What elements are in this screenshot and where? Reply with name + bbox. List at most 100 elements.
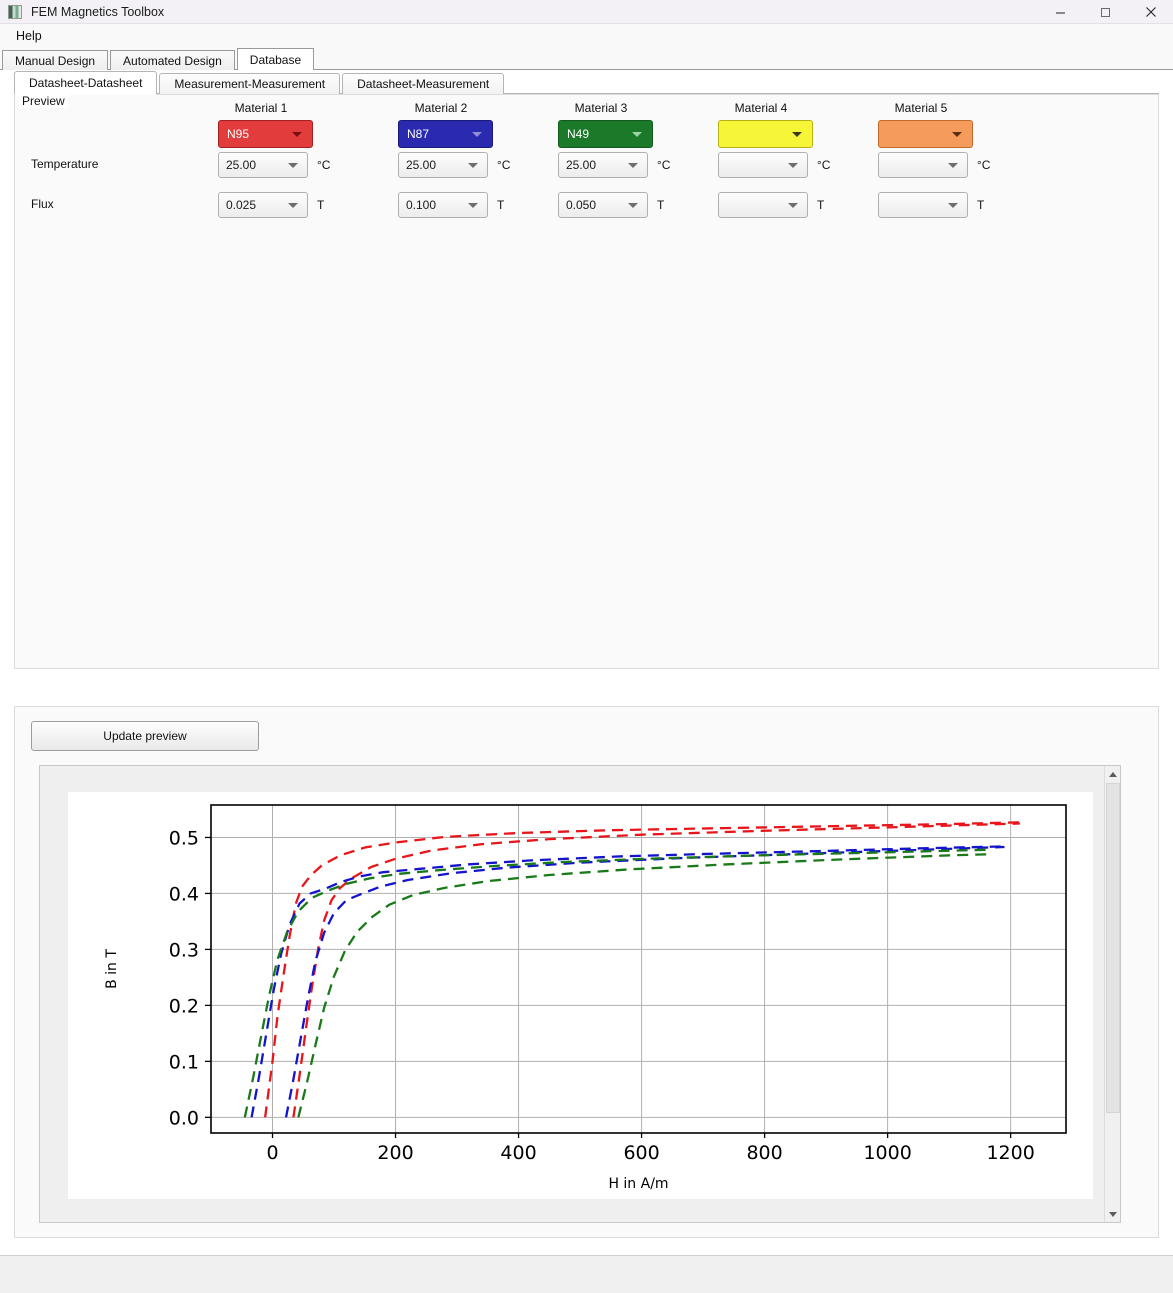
preview-group: Update preview 0 200 400 600 800 1000 1200 0.0 0… <box>14 706 1159 1238</box>
svg-text:0.3: 0.3 <box>169 939 199 961</box>
scroll-down-button[interactable] <box>1105 1206 1120 1222</box>
material-1-flux-select[interactable]: 0.025 <box>218 192 308 218</box>
chevron-down-icon <box>788 163 798 168</box>
chevron-down-icon <box>288 203 298 208</box>
svg-text:600: 600 <box>623 1142 659 1164</box>
svg-text:0: 0 <box>266 1142 278 1164</box>
material-4-temperature-select[interactable] <box>718 152 808 178</box>
material-3-flux-value: 0.050 <box>566 198 597 212</box>
svg-text:0.0: 0.0 <box>169 1107 199 1129</box>
database-tab-bar: Datasheet-Datasheet Measurement-Measurem… <box>0 70 1173 95</box>
chevron-down-icon <box>468 203 478 208</box>
material-2-title: Material 2 <box>414 101 468 115</box>
maximize-button[interactable] <box>1083 0 1128 24</box>
material-2-flux-unit: T <box>497 198 505 212</box>
menu-bar: Help <box>0 24 1173 48</box>
material-1-value: N95 <box>227 127 250 141</box>
plot-canvas-panel: 0 200 400 600 800 1000 1200 0.0 0.1 0.2 0.3 0.4 0.5 H… <box>39 765 1121 1223</box>
material-4-temperature-unit: °C <box>817 158 831 172</box>
material-3-title: Material 3 <box>574 101 628 115</box>
svg-text:400: 400 <box>500 1142 536 1164</box>
status-bar <box>0 1255 1173 1293</box>
tab-automated-design[interactable]: Automated Design <box>110 50 235 70</box>
material-1-flux-value: 0.025 <box>226 198 257 212</box>
app-icon <box>8 4 22 19</box>
tab-database[interactable]: Database <box>236 48 315 71</box>
material-2-temperature-select[interactable]: 25.00 <box>398 152 488 178</box>
plot-scrollbar[interactable] <box>1104 766 1120 1222</box>
tab-datasheet-datasheet[interactable]: Datasheet-Datasheet <box>14 71 158 95</box>
material-3-temperature-value: 25.00 <box>566 158 597 172</box>
chevron-down-icon <box>628 203 638 208</box>
material-4-select[interactable] <box>718 120 813 148</box>
svg-text:1000: 1000 <box>863 1142 911 1164</box>
scrollbar-thumb[interactable] <box>1106 783 1120 1113</box>
material-3-temperature-select[interactable]: 25.00 <box>558 152 648 178</box>
svg-text:800: 800 <box>746 1142 782 1164</box>
material-1-select[interactable]: N95 <box>218 120 313 148</box>
material-5-temperature-unit: °C <box>977 158 991 172</box>
material-2-temperature-value: 25.00 <box>406 158 437 172</box>
material-4-title: Material 4 <box>734 101 788 115</box>
chevron-down-icon <box>628 163 638 168</box>
svg-text:H in A/m: H in A/m <box>608 1176 668 1192</box>
chevron-down-icon <box>952 132 962 137</box>
preview-group-label: Preview <box>19 94 68 108</box>
minimize-button[interactable] <box>1038 0 1083 24</box>
database-page: Temperature Flux Material 1 N95 25.00 °C… <box>0 94 1173 1293</box>
svg-text:1200: 1200 <box>986 1142 1034 1164</box>
chevron-down-icon <box>948 203 958 208</box>
tab-measurement-measurement[interactable]: Measurement-Measurement <box>159 73 341 94</box>
chevron-down-icon <box>292 132 302 137</box>
material-3-flux-select[interactable]: 0.050 <box>558 192 648 218</box>
menu-item-help[interactable]: Help <box>10 27 48 45</box>
material-1-flux-unit: T <box>317 198 325 212</box>
svg-text:0.4: 0.4 <box>169 883 199 905</box>
material-4-flux-select[interactable] <box>718 192 808 218</box>
material-2-flux-value: 0.100 <box>406 198 437 212</box>
material-4-flux-unit: T <box>817 198 825 212</box>
material-3-select[interactable]: N49 <box>558 120 653 148</box>
chevron-down-icon <box>288 163 298 168</box>
chevron-down-icon <box>792 132 802 137</box>
window-controls <box>1038 0 1173 24</box>
material-5-select[interactable] <box>878 120 973 148</box>
material-1-temperature-value: 25.00 <box>226 158 257 172</box>
material-5-title: Material 5 <box>894 101 948 115</box>
label-flux: Flux <box>31 197 54 211</box>
material-2-select[interactable]: N87 <box>398 120 493 148</box>
material-2-value: N87 <box>407 127 430 141</box>
tab-manual-design[interactable]: Manual Design <box>2 50 109 70</box>
bh-curve-plot: 0 200 400 600 800 1000 1200 0.0 0.1 0.2 0.3 0.4 0.5 H… <box>104 804 1067 1192</box>
material-2-flux-select[interactable]: 0.100 <box>398 192 488 218</box>
svg-text:0.2: 0.2 <box>169 995 199 1017</box>
chevron-down-icon <box>788 203 798 208</box>
label-temperature: Temperature <box>31 157 99 171</box>
bh-curve-figure: 0 200 400 600 800 1000 1200 0.0 0.1 0.2 0.3 0.4 0.5 H… <box>68 792 1093 1199</box>
svg-text:0.1: 0.1 <box>169 1051 199 1073</box>
material-1-title: Material 1 <box>234 101 288 115</box>
update-preview-button[interactable]: Update preview <box>31 721 259 751</box>
window-title: FEM Magnetics Toolbox <box>31 4 165 19</box>
material-3-temperature-unit: °C <box>657 158 671 172</box>
material-1-temperature-unit: °C <box>317 158 331 172</box>
material-5-flux-select[interactable] <box>878 192 968 218</box>
material-3-value: N49 <box>567 127 590 141</box>
scroll-up-button[interactable] <box>1105 766 1120 782</box>
svg-text:0.5: 0.5 <box>169 827 199 849</box>
tab-datasheet-measurement[interactable]: Datasheet-Measurement <box>342 73 505 94</box>
material-5-flux-unit: T <box>977 198 985 212</box>
chevron-down-icon <box>948 163 958 168</box>
svg-text:200: 200 <box>377 1142 413 1164</box>
material-2-temperature-unit: °C <box>497 158 511 172</box>
main-tab-bar: Manual Design Automated Design Database <box>0 48 1173 71</box>
svg-text:B in T: B in T <box>104 949 120 989</box>
material-selection-panel: Temperature Flux Material 1 N95 25.00 °C… <box>14 94 1159 669</box>
chevron-down-icon <box>632 132 642 137</box>
material-5-temperature-select[interactable] <box>878 152 968 178</box>
chevron-down-icon <box>468 163 478 168</box>
chevron-down-icon <box>472 132 482 137</box>
material-3-flux-unit: T <box>657 198 665 212</box>
material-1-temperature-select[interactable]: 25.00 <box>218 152 308 178</box>
close-button[interactable] <box>1128 0 1173 24</box>
